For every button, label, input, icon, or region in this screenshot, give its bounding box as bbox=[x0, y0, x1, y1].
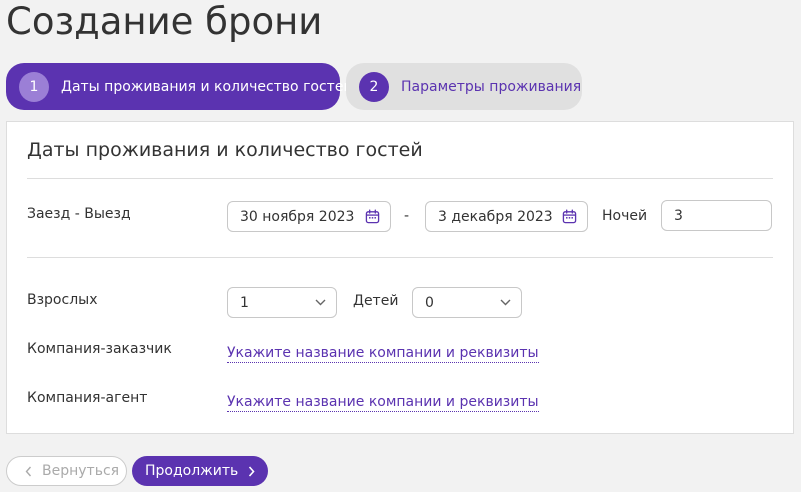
date-range-separator: - bbox=[404, 208, 410, 224]
step-dates-guests[interactable]: 1 Даты проживания и количество гостей bbox=[6, 63, 353, 110]
calendar-icon[interactable] bbox=[365, 209, 380, 224]
step-number: 1 bbox=[19, 71, 49, 102]
checkout-date-field[interactable]: 3 декабря 2023 bbox=[425, 201, 588, 232]
adults-label: Взрослых bbox=[27, 292, 98, 308]
step-label: Даты проживания и количество гостей bbox=[61, 78, 353, 95]
stepper: 1 Даты проживания и количество гостей 2 … bbox=[6, 63, 582, 110]
continue-button-label: Продолжить bbox=[145, 463, 239, 479]
children-value: 0 bbox=[425, 294, 434, 311]
children-select[interactable]: 0 bbox=[412, 287, 522, 318]
children-label: Детей bbox=[353, 293, 399, 309]
nights-label: Ночей bbox=[602, 208, 648, 224]
back-button-label: Вернуться bbox=[42, 463, 120, 479]
booking-form-card: Даты проживания и количество гостей Заез… bbox=[6, 121, 794, 434]
nights-field[interactable]: 3 bbox=[661, 200, 772, 231]
chevron-down-icon bbox=[315, 299, 326, 306]
chevron-down-icon bbox=[500, 299, 511, 306]
step-number: 2 bbox=[359, 71, 389, 102]
back-button[interactable]: Вернуться bbox=[6, 456, 127, 486]
chevron-left-icon bbox=[25, 466, 32, 477]
adults-select[interactable]: 1 bbox=[227, 287, 337, 318]
page-title: Создание брони bbox=[6, 0, 323, 43]
customer-company-link[interactable]: Укажите название компании и реквизиты bbox=[227, 345, 539, 363]
step-label: Параметры проживания bbox=[401, 78, 582, 95]
step-accommodation-params[interactable]: 2 Параметры проживания bbox=[346, 63, 582, 110]
checkin-date-value: 30 ноября 2023 bbox=[240, 208, 355, 225]
divider bbox=[27, 178, 773, 179]
customer-company-label: Компания-заказчик bbox=[27, 341, 172, 357]
adults-value: 1 bbox=[240, 294, 249, 311]
chevron-right-icon bbox=[248, 465, 255, 477]
section-title: Даты проживания и количество гостей bbox=[27, 139, 423, 161]
agent-company-label: Компания-агент bbox=[27, 390, 148, 406]
continue-button[interactable]: Продолжить bbox=[132, 456, 268, 486]
nights-value: 3 bbox=[674, 207, 683, 224]
agent-company-link[interactable]: Укажите название компании и реквизиты bbox=[227, 394, 539, 412]
dates-label: Заезд - Выезд bbox=[27, 206, 131, 222]
checkout-date-value: 3 декабря 2023 bbox=[438, 208, 553, 225]
calendar-icon[interactable] bbox=[562, 209, 577, 224]
checkin-date-field[interactable]: 30 ноября 2023 bbox=[227, 201, 391, 232]
divider bbox=[27, 257, 773, 258]
